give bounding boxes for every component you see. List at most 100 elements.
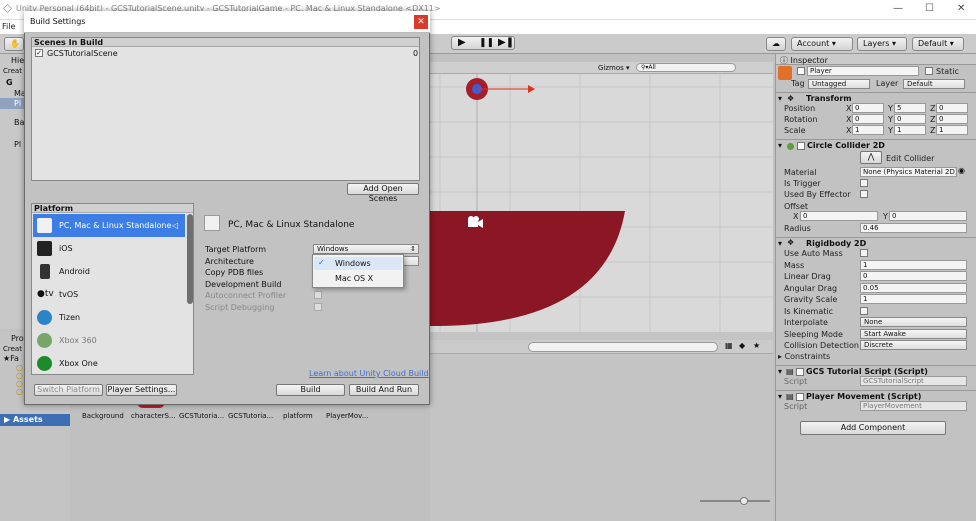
target-platform-dropdown[interactable]: Windows ⇕ [313, 244, 419, 254]
build-button[interactable]: Build [276, 384, 345, 396]
platform-scrollbar[interactable] [187, 214, 193, 304]
scene-checkbox[interactable]: ✓ [35, 49, 43, 57]
pause-icon[interactable]: ❚❚ [479, 37, 494, 49]
gravity-scale-field[interactable]: 1 [860, 294, 967, 304]
assets-folder[interactable]: ▶ Assets [0, 414, 70, 426]
static-checkbox[interactable] [925, 67, 933, 75]
angular-drag-field[interactable]: 0.05 [860, 283, 967, 293]
platform-item-android[interactable]: Android [33, 260, 185, 283]
used-by-effector-checkbox[interactable] [860, 190, 868, 198]
hierarchy-item[interactable]: G [6, 78, 13, 87]
zoom-slider[interactable] [700, 500, 770, 502]
scene-search-input[interactable]: ⚲▾All [636, 63, 736, 72]
filter-type-icon[interactable]: ▦ [725, 341, 733, 350]
position-x[interactable]: 0 [852, 103, 884, 113]
gizmos-dropdown[interactable]: Gizmos ▾ [598, 64, 630, 72]
add-component-button[interactable]: Add Component [800, 421, 946, 435]
asset-label[interactable]: GCSTutoria... [179, 412, 224, 420]
object-picker-icon[interactable]: ◉ [958, 166, 965, 175]
position-y[interactable]: 5 [894, 103, 926, 113]
filter-label-icon[interactable]: ◆ [739, 341, 745, 350]
scale-z[interactable]: 1 [936, 125, 968, 135]
constraints-foldout[interactable]: ▸ Constraints [778, 352, 830, 361]
player-movement-enabled-checkbox[interactable] [796, 393, 804, 401]
cloud-button[interactable]: ☁ [766, 37, 786, 51]
switch-platform-button[interactable]: Switch Platform [34, 384, 103, 396]
platform-item-xbox360[interactable]: Xbox 360 [33, 329, 185, 352]
use-auto-mass-checkbox[interactable] [860, 249, 868, 257]
material-field[interactable]: None (Physics Material 2D) [860, 167, 957, 177]
hand-tool-button[interactable]: ✋ [4, 37, 24, 51]
scene-view[interactable] [430, 62, 773, 332]
rigidbody-header[interactable]: ▾ ❖ Rigidbody 2D [776, 237, 976, 249]
asset-label[interactable]: PlayerMov... [326, 412, 368, 420]
scene-name[interactable]: GCSTutorialScene [47, 49, 118, 58]
object-name-field[interactable]: Player [807, 66, 919, 76]
mass-field[interactable]: 1 [860, 260, 967, 270]
platform-item-standalone[interactable]: PC, Mac & Linux Standalone ◁ [33, 214, 185, 237]
rotation-z[interactable]: 0 [936, 114, 968, 124]
dialog-close-button[interactable]: ✕ [414, 15, 428, 29]
position-z[interactable]: 0 [936, 103, 968, 113]
layout-dropdown[interactable]: Default ▾ [912, 37, 964, 51]
hierarchy-item[interactable]: Pl [14, 140, 21, 149]
circle-collider-header[interactable]: ▾ Circle Collider 2D [776, 139, 976, 151]
project-tab[interactable]: Pro [11, 334, 24, 343]
add-open-scenes-button[interactable]: Add Open Scenes [347, 183, 419, 203]
menu-option-macosx[interactable]: Mac OS X [314, 272, 402, 285]
script-debugging-checkbox[interactable] [314, 303, 322, 311]
layer-dropdown[interactable]: Default [903, 79, 965, 89]
project-search-input[interactable] [528, 342, 718, 352]
mass-label: Mass [784, 261, 805, 270]
active-checkbox[interactable] [797, 67, 805, 75]
zoom-slider-thumb[interactable] [740, 497, 748, 505]
is-trigger-checkbox[interactable] [860, 179, 868, 187]
radius-field[interactable]: 0.46 [860, 223, 967, 233]
scale-y[interactable]: 1 [894, 125, 926, 135]
sleeping-mode-dropdown[interactable]: Start Awake [860, 329, 967, 339]
offset-x[interactable]: 0 [800, 211, 878, 221]
offset-y[interactable]: 0 [889, 211, 967, 221]
minimize-icon[interactable]: — [893, 3, 903, 14]
maximize-icon[interactable]: ☐ [925, 3, 934, 14]
interpolate-dropdown[interactable]: None [860, 317, 967, 327]
linear-drag-field[interactable]: 0 [860, 271, 967, 281]
hierarchy-tab[interactable]: Hie [11, 56, 24, 65]
play-icon[interactable]: ▶ [458, 37, 466, 49]
layers-dropdown[interactable]: Layers ▾ [857, 37, 907, 51]
hierarchy-create[interactable]: Creat [3, 67, 22, 75]
menu-option-windows[interactable]: ✓ Windows [314, 257, 402, 270]
edit-collider-button[interactable]: ⋀ [860, 151, 882, 164]
platform-item-tizen[interactable]: Tizen [33, 306, 185, 329]
autoconnect-profiler-checkbox[interactable] [314, 291, 322, 299]
collision-detection-dropdown[interactable]: Discrete [860, 340, 967, 350]
inspector-tab[interactable]: ⓘ Inspector [780, 55, 828, 66]
step-icon[interactable]: ▶❚ [498, 37, 514, 49]
cloud-build-link[interactable]: Learn about Unity Cloud Build [309, 369, 429, 378]
asset-label[interactable]: characterS... [131, 412, 176, 420]
rotation-x[interactable]: 0 [852, 114, 884, 124]
build-and-run-button[interactable]: Build And Run [349, 384, 419, 396]
close-window-icon[interactable]: ✕ [957, 3, 965, 14]
player-settings-button[interactable]: Player Settings... [106, 384, 177, 396]
tag-dropdown[interactable]: Untagged [808, 79, 870, 89]
asset-label[interactable]: GCSTutoria... [228, 412, 273, 420]
rotation-y[interactable]: 0 [894, 114, 926, 124]
favorite-icon[interactable]: ★ [753, 341, 760, 350]
platform-item-xboxone[interactable]: Xbox One [33, 352, 185, 374]
hierarchy-item[interactable]: Ba [14, 118, 24, 127]
menu-file[interactable]: File [2, 22, 15, 31]
gcs-script-enabled-checkbox[interactable] [796, 368, 804, 376]
is-kinematic-checkbox[interactable] [860, 307, 868, 315]
project-create[interactable]: Creat [3, 345, 22, 353]
hierarchy-item[interactable]: Pl [14, 99, 21, 108]
platform-item-tvos[interactable]: ●tv tvOS [33, 283, 185, 306]
scale-x[interactable]: 1 [852, 125, 884, 135]
asset-label[interactable]: Background [82, 412, 124, 420]
scenes-header: Scenes In Build [34, 38, 104, 47]
close-icon: ✕ [417, 17, 425, 27]
account-dropdown[interactable]: Account ▾ [791, 37, 853, 51]
collider-enabled-checkbox[interactable] [797, 142, 805, 150]
platform-item-ios[interactable]: iOS [33, 237, 185, 260]
asset-label[interactable]: platform [283, 412, 313, 420]
